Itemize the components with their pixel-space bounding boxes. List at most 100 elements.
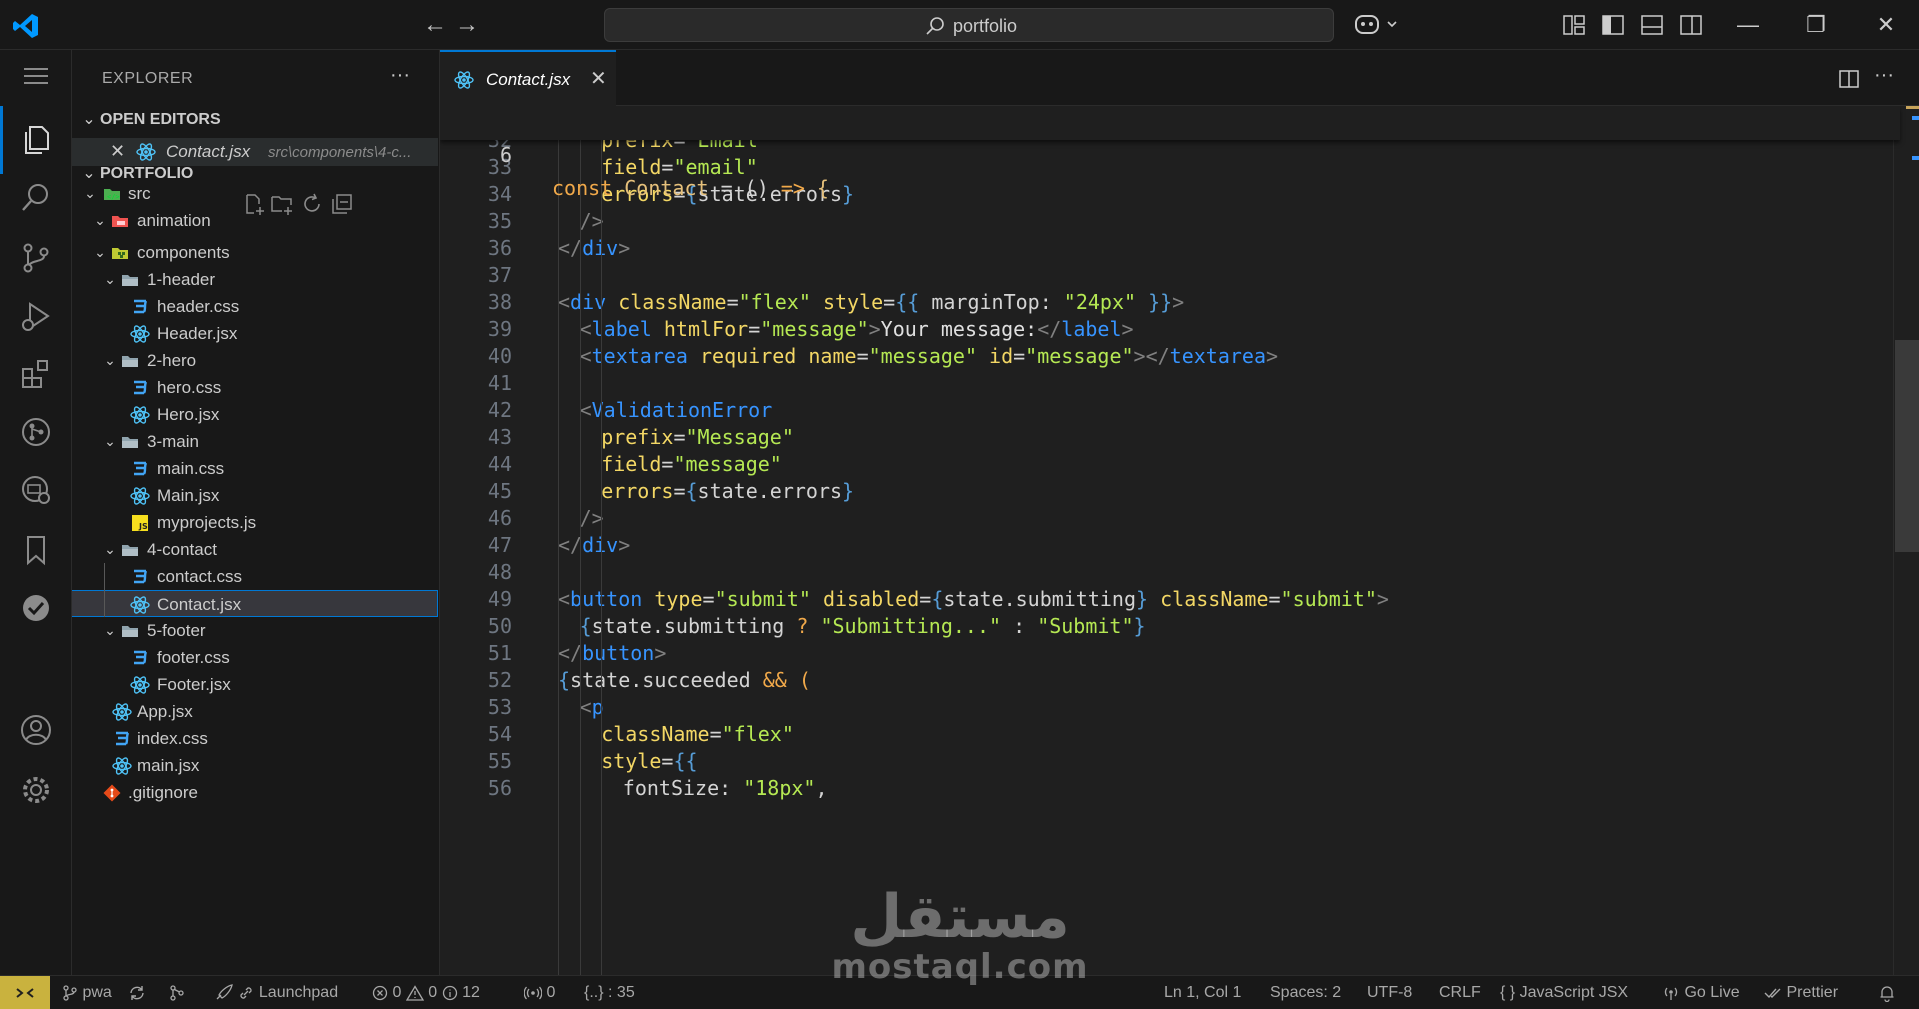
tree-file-hero-css[interactable]: hero.css [72,374,438,401]
explorer-files-icon[interactable] [18,122,54,158]
tree-file-header-jsx[interactable]: Header.jsx [72,320,438,347]
sticky-scroll-header[interactable]: 6 const Contact = () => { [440,106,1900,200]
cursor-position-status[interactable]: Ln 1, Col 1 [1164,976,1241,1009]
toggle-secondary-sidebar-icon[interactable] [1679,13,1703,37]
code-line[interactable]: 53 <p [440,694,1900,721]
code-line[interactable]: 49 <button type="submit" disabled={state.… [440,586,1900,613]
tree-folder-3-main[interactable]: ⌄ 3-main [72,428,438,455]
source-control-icon[interactable] [18,240,54,276]
tab-contact-jsx[interactable]: Contact.jsx ✕ [440,50,616,106]
tab-close-button[interactable]: ✕ [590,66,607,91]
notifications-button[interactable] [1878,976,1896,1009]
eol-status[interactable]: CRLF [1439,976,1481,1009]
tree-folder-5-footer[interactable]: ⌄ 5-footer [72,617,438,644]
code-text: </button> [558,640,666,667]
code-line[interactable]: 41 [440,370,1900,397]
code-line[interactable]: 50 {state.submitting ? "Submitting..." : … [440,613,1900,640]
go-live-button[interactable]: Go Live [1662,976,1740,1009]
tree-file-app-jsx[interactable]: App.jsx [72,698,438,725]
indentation-status[interactable]: Spaces: 2 [1270,976,1341,1009]
code-line[interactable]: 37 [440,262,1900,289]
vscode-logo-icon[interactable] [12,12,40,40]
tree-folder-1-header[interactable]: ⌄ 1-header [72,266,438,293]
extensions-icon[interactable] [18,356,54,392]
selection-status[interactable]: {..} : 35 [584,976,635,1009]
code-text: style={{ [601,748,697,775]
tree-folder-src[interactable]: ⌄ </> src [72,180,438,207]
tree-folder-animation[interactable]: ⌄ animation [72,207,438,234]
tree-file-header-css[interactable]: header.css [72,293,438,320]
search-view-icon[interactable] [18,180,54,216]
sync-button[interactable] [128,976,146,1009]
code-line[interactable]: 56 fontSize: "18px", [440,775,1900,802]
language-mode-status[interactable]: { } JavaScript JSX [1500,976,1628,1009]
code-line[interactable]: 48 [440,559,1900,586]
code-line[interactable]: 36 </div> [440,235,1900,262]
problems-status[interactable]: 0 0 12 [372,976,480,1009]
tree-file-myprojects-js[interactable]: JS myprojects.js [72,509,438,536]
bookmarks-icon[interactable] [18,532,54,568]
minimize-button[interactable]: — [1728,10,1768,40]
ports-status[interactable]: 0 [523,976,555,1009]
toggle-primary-sidebar-icon[interactable] [1601,13,1625,37]
code-line[interactable]: 51 </button> [440,640,1900,667]
toggle-panel-icon[interactable] [1640,13,1664,37]
tree-file-index-css[interactable]: index.css [72,725,438,752]
code-line[interactable]: 55 style={{ [440,748,1900,775]
testing-icon[interactable] [18,590,54,626]
close-editor-icon[interactable]: ✕ [110,141,125,162]
code-line[interactable]: 43 prefix="Message" [440,424,1900,451]
back-button[interactable]: ← [422,12,448,38]
accounts-icon[interactable] [18,712,54,748]
code-line[interactable]: 39 <label htmlFor="message">Your message:… [440,316,1900,343]
command-center-search[interactable]: portfolio [604,8,1334,42]
explorer-more-actions-button[interactable]: ··· [390,64,410,87]
code-line[interactable]: 42 <ValidationError [440,397,1900,424]
code-line[interactable]: 44 field="message" [440,451,1900,478]
editor-scrollbar-thumb[interactable] [1895,340,1919,552]
copilot-icon[interactable] [1354,12,1402,38]
react-file-icon [136,143,156,161]
customize-layout-icon[interactable] [1562,13,1586,37]
tree-file--gitignore[interactable]: .gitignore [72,779,438,806]
tree-file-contact-css[interactable]: contact.css [72,563,438,590]
tree-file-footer-css[interactable]: footer.css [72,644,438,671]
code-line[interactable]: 52 {state.succeeded && ( [440,667,1900,694]
code-line[interactable]: 35/> [440,208,1900,235]
code-line[interactable]: 45 errors={state.errors} [440,478,1900,505]
git-graph-icon[interactable] [18,414,54,450]
close-window-button[interactable]: ✕ [1866,10,1906,40]
prettier-button[interactable]: Prettier [1764,976,1838,1009]
tree-folder-2-hero[interactable]: ⌄ 2-hero [72,347,438,374]
tree-folder-4-contact[interactable]: ⌄ 4-contact [72,536,438,563]
open-editors-section-header[interactable]: ⌄ OPEN EDITORS [78,106,220,134]
indent-guide [558,140,559,975]
tree-file-main-css[interactable]: main.css [72,455,438,482]
code-line[interactable]: 38 <div className="flex" style={{ marginT… [440,289,1900,316]
tree-file-main-jsx[interactable]: Main.jsx [72,482,438,509]
remote-indicator-button[interactable] [0,976,50,1009]
launchpad-button[interactable]: Launchpad [214,976,338,1009]
css-file-icon [112,729,132,749]
tree-file-main-jsx[interactable]: main.jsx [72,752,438,779]
run-debug-icon[interactable] [18,298,54,334]
tree-file-contact-jsx[interactable]: Contact.jsx [72,590,438,617]
encoding-status[interactable]: UTF-8 [1367,976,1412,1009]
remote-explorer-icon[interactable] [18,472,54,508]
restore-button[interactable]: ❐ [1796,10,1836,40]
tree-file-footer-jsx[interactable]: Footer.jsx [72,671,438,698]
editor-more-actions-button[interactable]: ··· [1874,64,1894,87]
split-editor-icon[interactable] [1838,68,1860,90]
tree-file-hero-jsx[interactable]: Hero.jsx [72,401,438,428]
menu-icon[interactable] [18,58,54,94]
branch-status[interactable]: pwa [62,976,112,1009]
code-editor[interactable]: 6 const Contact = () => { 31<ValidationE… [440,106,1919,975]
git-graph-status-button[interactable] [168,976,186,1009]
code-line[interactable]: 47 </div> [440,532,1900,559]
tree-folder-components[interactable]: ⌄ components [72,239,438,266]
code-line[interactable]: 54 className="flex" [440,721,1900,748]
forward-button[interactable]: → [454,12,480,38]
settings-gear-icon[interactable] [18,772,54,808]
code-line[interactable]: 46 /> [440,505,1900,532]
code-line[interactable]: 40 <textarea required name="message" id="… [440,343,1900,370]
